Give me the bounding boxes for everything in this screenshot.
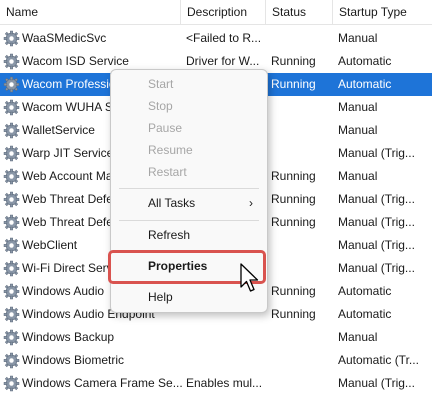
gear-icon	[3, 352, 20, 369]
menu-item-stop[interactable]: Stop	[111, 95, 267, 117]
service-description: Enables mul...	[186, 376, 263, 390]
service-startup-type: Manual (Trig...	[338, 215, 415, 229]
service-startup-type: Automatic	[338, 284, 392, 298]
gear-icon	[3, 375, 20, 392]
service-startup-type: Automatic	[338, 307, 392, 321]
service-startup-type: Manual	[338, 330, 378, 344]
service-status	[271, 96, 333, 119]
service-status: Running	[271, 215, 316, 229]
service-startup-type: Automatic	[338, 77, 392, 91]
service-status: Running	[271, 77, 316, 91]
menu-item-refresh[interactable]: Refresh	[111, 224, 267, 246]
service-description	[186, 326, 266, 349]
service-startup-type: Manual (Trig...	[338, 146, 415, 160]
column-header-status[interactable]: Status	[265, 0, 334, 24]
service-status	[271, 234, 333, 257]
service-name: WaaSMedicSvc	[22, 31, 107, 45]
service-startup-type: Manual (Trig...	[338, 192, 415, 206]
service-status: Running	[271, 284, 316, 298]
gear-icon	[3, 122, 20, 139]
service-name: Windows Camera Frame Se...	[22, 376, 182, 390]
gear-icon	[3, 191, 20, 208]
service-status	[271, 372, 333, 395]
chevron-right-icon: ›	[249, 196, 253, 210]
gear-icon	[3, 306, 20, 323]
service-status	[271, 326, 333, 349]
service-startup-type: Manual	[338, 169, 378, 183]
menu-separator	[119, 220, 259, 221]
column-header: Name Description Status Startup Type	[0, 0, 432, 25]
service-description	[186, 349, 266, 372]
service-row[interactable]: Windows Backup Manual	[0, 326, 432, 349]
service-startup-type: Manual	[338, 31, 378, 45]
menu-separator	[119, 188, 259, 189]
service-name: Windows Backup	[22, 330, 115, 344]
gear-icon	[3, 283, 20, 300]
gear-icon	[3, 145, 20, 162]
service-status: Running	[271, 192, 316, 206]
service-status	[271, 119, 333, 142]
gear-icon	[3, 260, 20, 277]
menu-item-pause[interactable]: Pause	[111, 117, 267, 139]
menu-item-start[interactable]: Start	[111, 73, 267, 95]
menu-item-restart[interactable]: Restart	[111, 161, 267, 183]
gear-icon	[3, 214, 20, 231]
service-startup-type: Automatic	[338, 54, 392, 68]
column-header-description[interactable]: Description	[180, 0, 267, 24]
gear-icon	[3, 30, 20, 47]
menu-item-all-tasks[interactable]: All Tasks ›	[111, 192, 267, 214]
gear-icon	[3, 168, 20, 185]
service-row[interactable]: WaaSMedicSvc <Failed to R... Manual	[0, 27, 432, 50]
column-header-startup-type[interactable]: Startup Type	[332, 0, 432, 24]
service-row[interactable]: Windows Biometric Automatic (Tr...	[0, 349, 432, 372]
service-startup-type: Manual (Trig...	[338, 376, 415, 390]
gear-icon	[3, 99, 20, 116]
service-status: Running	[271, 54, 316, 68]
service-description: <Failed to R...	[186, 31, 262, 45]
gear-icon	[3, 53, 20, 70]
menu-item-resume[interactable]: Resume	[111, 139, 267, 161]
service-startup-type: Automatic (Tr...	[338, 353, 419, 367]
service-status	[271, 257, 333, 280]
gear-icon	[3, 237, 20, 254]
service-status	[271, 27, 333, 50]
service-row[interactable]: Windows Camera Frame Se... Enables mul...…	[0, 372, 432, 395]
service-startup-type: Manual	[338, 100, 378, 114]
mouse-pointer-icon	[240, 263, 259, 292]
service-status: Running	[271, 169, 316, 183]
service-name: Windows Biometric	[22, 353, 125, 367]
gear-icon	[3, 76, 20, 93]
service-startup-type: Manual (Trig...	[338, 261, 415, 275]
menu-item-all-tasks-label: All Tasks	[148, 196, 196, 210]
service-status	[271, 142, 333, 165]
service-status	[271, 349, 333, 372]
service-status: Running	[271, 307, 316, 321]
service-startup-type: Manual (Trig...	[338, 238, 415, 252]
service-startup-type: Manual	[338, 123, 378, 137]
column-header-name[interactable]: Name	[0, 0, 180, 24]
